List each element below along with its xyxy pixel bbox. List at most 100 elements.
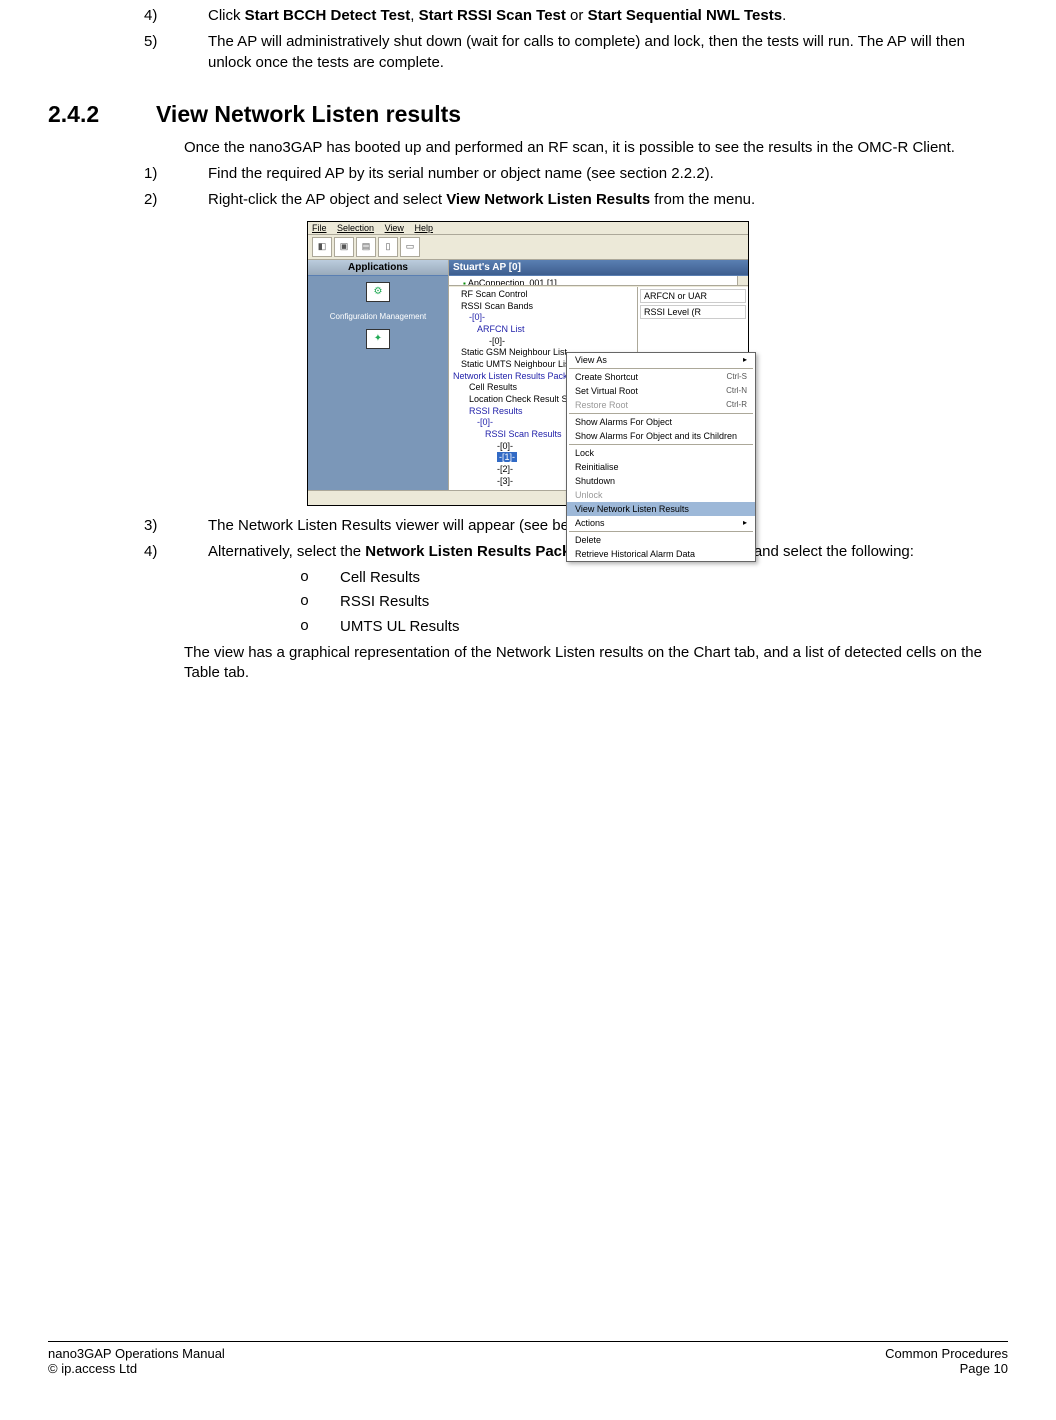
nlr2-post: from the menu. — [650, 191, 755, 208]
app-icon-2[interactable]: ✦ — [314, 329, 442, 349]
step-4: 4) Click Start BCCH Detect Test, Start R… — [48, 6, 1008, 26]
sublist-item-text: RSSI Results — [340, 592, 429, 612]
applications-body: ⚙ Configuration Management ✦ — [308, 276, 448, 490]
ctx-separator — [569, 444, 753, 445]
object-tree[interactable]: ▪ ApConnection_001 [1] ▪ James's 108boar… — [449, 276, 748, 286]
config-mgmt-label: Configuration Management — [314, 312, 442, 321]
nlr-step-2-num: 2) — [48, 190, 208, 210]
closing-paragraph: The view has a graphical representation … — [184, 643, 1008, 684]
toolbar-btn-3[interactable]: ▤ — [356, 237, 376, 257]
nlr-step-4-num: 4) — [48, 542, 208, 562]
step-5-number: 5) — [48, 32, 208, 73]
applications-title: Applications — [308, 260, 448, 276]
nav-row[interactable]: RF Scan Control — [453, 289, 633, 301]
section-number: 2.4.2 — [48, 101, 156, 128]
toolbar-btn-4[interactable]: ▯ — [378, 237, 398, 257]
nlr-step-2: 2) Right-click the AP object and select … — [48, 190, 1008, 210]
ctx-create-shortcut[interactable]: Create ShortcutCtrl-S — [567, 370, 755, 384]
menu-file[interactable]: File — [312, 223, 327, 233]
nav-row[interactable]: ARFCN List — [453, 324, 633, 336]
section-title: View Network Listen results — [156, 101, 461, 128]
step4-post: . — [782, 7, 786, 24]
toolbar-btn-5[interactable]: ▭ — [400, 237, 420, 257]
sublist-cell-results: o Cell Results — [248, 568, 1008, 588]
footer-left: nano3GAP Operations Manual © ip.access L… — [48, 1346, 225, 1376]
ctx-shutdown[interactable]: Shutdown — [567, 474, 755, 488]
footer-page-number: Page 10 — [885, 1361, 1008, 1376]
footer-section: Common Procedures — [885, 1346, 1008, 1361]
ctx-restore-root: Restore RootCtrl-R — [567, 398, 755, 412]
submenu-arrow-icon: ▸ — [743, 518, 747, 527]
step-5: 5) The AP will administratively shut dow… — [48, 32, 1008, 73]
app-window: File Selection View Help ◧ ▣ ▤ ▯ ▭ Appli… — [307, 221, 749, 506]
ctx-view-network-listen-results[interactable]: View Network Listen Results — [567, 502, 755, 516]
field-arfcn[interactable]: ARFCN or UAR — [640, 289, 746, 303]
footer-copyright: © ip.access Ltd — [48, 1361, 225, 1376]
main-split: Applications ⚙ Configuration Management … — [308, 260, 748, 490]
page-body: 4) Click Start BCCH Detect Test, Start R… — [0, 6, 1056, 683]
ctx-lock[interactable]: Lock — [567, 446, 755, 460]
nav-row[interactable]: -[0]- — [453, 312, 633, 324]
scrollbar-vertical[interactable] — [737, 276, 748, 286]
context-menu: View As▸ Create ShortcutCtrl-S Set Virtu… — [566, 352, 756, 562]
nav-row[interactable]: -[0]- — [453, 336, 633, 348]
bullet: o — [248, 568, 340, 588]
menu-selection[interactable]: Selection — [337, 223, 374, 233]
nlr-step-4: 4) Alternatively, select the Network Lis… — [48, 542, 1008, 562]
ctx-set-virtual-root[interactable]: Set Virtual RootCtrl-N — [567, 384, 755, 398]
nlr4-pre: Alternatively, select the — [208, 543, 365, 560]
ctx-separator — [569, 368, 753, 369]
nlr2-b: View Network Listen Results — [446, 191, 650, 208]
bullet: o — [248, 592, 340, 612]
ctx-show-alarms-object[interactable]: Show Alarms For Object — [567, 415, 755, 429]
toolbar-btn-1[interactable]: ◧ — [312, 237, 332, 257]
menu-bar[interactable]: File Selection View Help — [308, 222, 748, 235]
field-rssi[interactable]: RSSI Level (R — [640, 305, 746, 319]
ctx-view-as[interactable]: View As▸ — [567, 353, 755, 367]
step4-m2: or — [566, 7, 588, 24]
ctx-separator — [569, 531, 753, 532]
step4-b2: Start RSSI Scan Test — [419, 7, 566, 24]
step-4-text: Click Start BCCH Detect Test, Start RSSI… — [208, 6, 1008, 26]
nlr-step-3-num: 3) — [48, 516, 208, 536]
node-icon: ▪ — [463, 279, 466, 286]
step-5-text: The AP will administratively shut down (… — [208, 32, 1008, 73]
step4-b3: Start Sequential NWL Tests — [588, 7, 782, 24]
submenu-arrow-icon: ▸ — [743, 355, 747, 364]
right-panel: Stuart's AP [0] ▪ ApConnection_001 [1] ▪… — [449, 260, 748, 490]
config-mgmt-icon: ⚙ — [366, 282, 390, 302]
footer-manual-title: nano3GAP Operations Manual — [48, 1346, 225, 1361]
ctx-unlock: Unlock — [567, 488, 755, 502]
menu-help[interactable]: Help — [414, 223, 433, 233]
screenshot-figure: File Selection View Help ◧ ▣ ▤ ▯ ▭ Appli… — [48, 221, 1008, 506]
ctx-delete[interactable]: Delete — [567, 533, 755, 547]
nlr-step-3: 3) The Network Listen Results viewer wil… — [48, 516, 1008, 536]
nlr-step-1: 1) Find the required AP by its serial nu… — [48, 164, 1008, 184]
sublist-item-text: Cell Results — [340, 568, 420, 588]
bullet: o — [248, 617, 340, 637]
section-intro: Once the nano3GAP has booted up and perf… — [184, 138, 1008, 158]
sublist-rssi-results: o RSSI Results — [248, 592, 1008, 612]
ctx-separator — [569, 413, 753, 414]
step-4-number: 4) — [48, 6, 208, 26]
applications-panel: Applications ⚙ Configuration Management … — [308, 260, 449, 490]
tree-row[interactable]: ▪ ApConnection_001 [1] — [453, 278, 744, 286]
step4-m1: , — [410, 7, 418, 24]
ctx-retrieve-historical[interactable]: Retrieve Historical Alarm Data — [567, 547, 755, 561]
app-icon-1[interactable]: ⚙ — [314, 282, 442, 302]
nlr4-b: Network Listen Results Package — [365, 543, 596, 560]
toolbar-btn-2[interactable]: ▣ — [334, 237, 354, 257]
nlr-step-1-num: 1) — [48, 164, 208, 184]
ctx-show-alarms-children[interactable]: Show Alarms For Object and its Children — [567, 429, 755, 443]
right-panel-title: Stuart's AP [0] — [449, 260, 748, 276]
ctx-actions[interactable]: Actions▸ — [567, 516, 755, 530]
nav-row[interactable]: RSSI Scan Bands — [453, 301, 633, 313]
sublist-umts-ul-results: o UMTS UL Results — [248, 617, 1008, 637]
menu-view[interactable]: View — [385, 223, 404, 233]
app-icon-2-icon: ✦ — [366, 329, 390, 349]
section-heading: 2.4.2 View Network Listen results — [48, 101, 1008, 128]
step4-pre: Click — [208, 7, 245, 24]
ctx-reinitialise[interactable]: Reinitialise — [567, 460, 755, 474]
nlr-step-2-text: Right-click the AP object and select Vie… — [208, 190, 1008, 210]
sublist-item-text: UMTS UL Results — [340, 617, 459, 637]
